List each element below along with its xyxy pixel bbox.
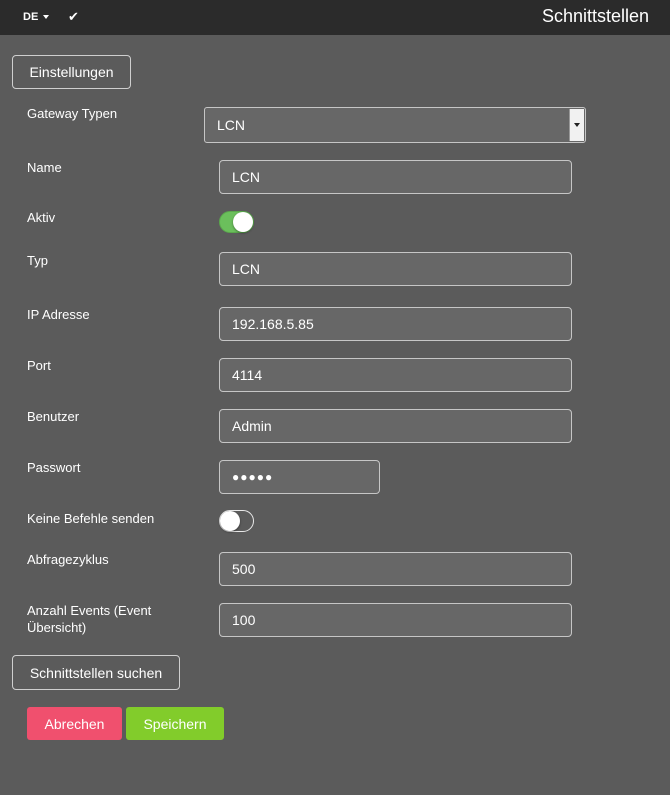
page-title: Schnittstellen [541, 6, 649, 26]
ip-label: IP Adresse [27, 307, 90, 322]
no-commands-toggle[interactable] [219, 510, 254, 532]
cancel-button[interactable]: Abrechen [27, 707, 122, 740]
toggle-knob [233, 212, 253, 232]
user-label: Benutzer [27, 409, 80, 424]
password-input[interactable]: ●●●●● [219, 460, 380, 494]
active-label: Aktiv [27, 210, 56, 225]
port-input[interactable]: 4114 [219, 358, 572, 392]
no-commands-label: Keine Befehle senden [27, 511, 155, 526]
gateway-type-value: LCN [217, 117, 246, 133]
toggle-knob [220, 511, 240, 531]
active-toggle[interactable] [219, 211, 254, 233]
gateway-type-select[interactable]: LCN [204, 107, 586, 143]
poll-cycle-label: Abfragezyklus [27, 552, 109, 567]
name-label: Name [27, 160, 62, 175]
save-button[interactable]: Speichern [126, 707, 224, 740]
event-count-input[interactable]: 100 [219, 603, 572, 637]
name-input[interactable]: LCN [219, 160, 572, 194]
event-count-label: Anzahl Events (Event Übersicht) [27, 602, 151, 636]
port-label: Port [27, 358, 51, 373]
chevron-down-icon [569, 109, 584, 141]
check-icon[interactable]: ✔ [68, 9, 79, 25]
settings-button[interactable]: Einstellungen [12, 55, 131, 89]
event-count-label-line2: Übersicht) [27, 620, 87, 635]
poll-cycle-input[interactable]: 500 [219, 552, 572, 586]
user-input[interactable]: Admin [219, 409, 572, 443]
event-count-label-line1: Anzahl Events (Event [27, 603, 152, 618]
ip-input[interactable]: 192.168.5.85 [219, 307, 572, 341]
type-input[interactable]: LCN [219, 252, 572, 286]
gateway-type-label: Gateway Typen [27, 106, 118, 121]
language-label: DE [23, 11, 39, 23]
search-interfaces-button[interactable]: Schnittstellen suchen [12, 655, 180, 690]
password-label: Passwort [27, 460, 81, 475]
top-bar: DE ✔ Schnittstellen [0, 0, 670, 35]
type-label: Typ [27, 253, 48, 268]
chevron-down-icon [43, 15, 50, 19]
language-selector[interactable]: DE [23, 11, 50, 23]
